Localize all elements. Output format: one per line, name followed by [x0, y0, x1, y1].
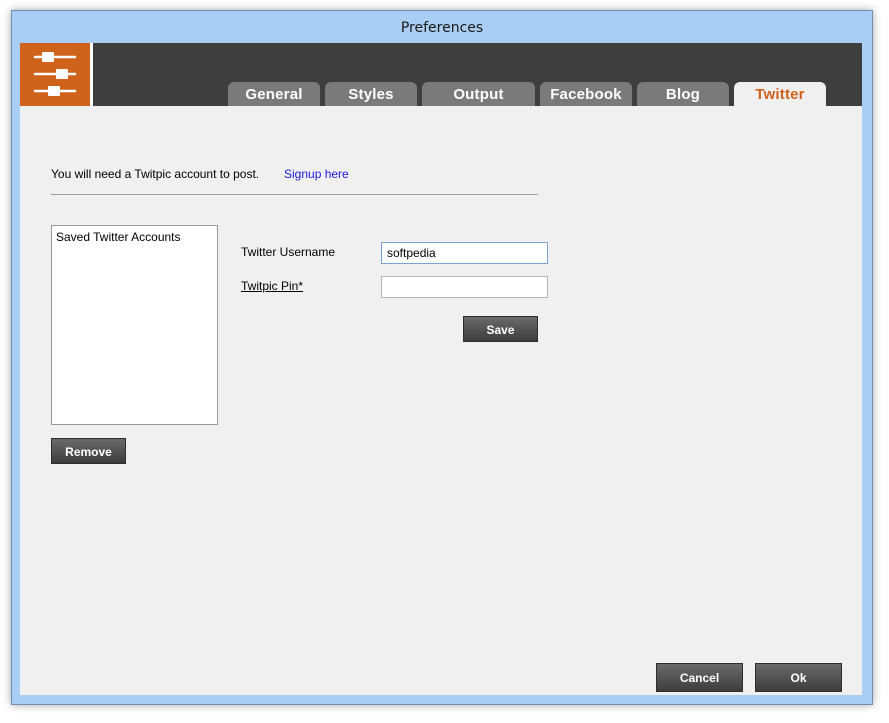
ok-button[interactable]: Ok [755, 663, 842, 692]
app-logo [20, 43, 93, 106]
signup-link[interactable]: Signup here [284, 167, 349, 181]
tab-general[interactable]: General [228, 82, 320, 106]
tab-facebook[interactable]: Facebook [540, 82, 632, 106]
window-title: Preferences [400, 20, 484, 36]
preferences-window: Preferences General Styles Output Facebo… [11, 10, 873, 705]
twitpic-pin-label[interactable]: Twitpic Pin* [241, 279, 303, 293]
saved-accounts-header: Saved Twitter Accounts [56, 230, 181, 244]
tab-twitter[interactable]: Twitter [734, 82, 826, 106]
sliders-icon [33, 52, 77, 96]
remove-button[interactable]: Remove [51, 438, 126, 464]
twitpic-pin-input[interactable] [381, 276, 548, 298]
username-input[interactable] [381, 242, 548, 264]
twitpic-notice: You will need a Twitpic account to post. [51, 167, 260, 181]
save-button[interactable]: Save [463, 316, 538, 342]
divider [51, 194, 538, 195]
tab-output[interactable]: Output [422, 82, 535, 106]
username-label: Twitter Username [241, 245, 336, 259]
tab-blog[interactable]: Blog [637, 82, 729, 106]
header-bar: General Styles Output Facebook Blog Twit… [20, 43, 862, 106]
saved-accounts-list[interactable]: Saved Twitter Accounts [51, 225, 218, 425]
cancel-button[interactable]: Cancel [656, 663, 743, 692]
tab-styles[interactable]: Styles [325, 82, 417, 106]
window-client-area: General Styles Output Facebook Blog Twit… [20, 43, 862, 695]
